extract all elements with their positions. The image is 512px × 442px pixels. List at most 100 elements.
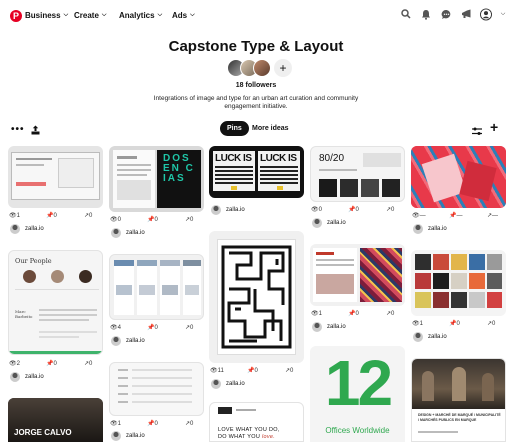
followers-count[interactable]: 18 followers <box>0 82 512 89</box>
pin-author[interactable]: zalla.io <box>10 372 44 382</box>
nav-business-label: Business <box>25 11 61 20</box>
pin-stats: 👁0 📌0 ↗0 <box>110 216 193 223</box>
saves-count: 0 <box>154 421 158 427</box>
megaphone-icon[interactable] <box>460 8 472 20</box>
author-avatar <box>111 431 121 441</box>
saves-stat: 📌0 <box>348 207 359 213</box>
add-button[interactable]: + <box>490 119 498 135</box>
our-people-text: Our People <box>15 257 52 265</box>
poster-text: DOS EN CIAS <box>157 150 201 208</box>
author-name: zalla.io <box>126 433 145 439</box>
author-avatar <box>10 224 20 234</box>
chevron-down-icon: ⌵ <box>101 12 107 18</box>
search-icon[interactable] <box>400 8 412 20</box>
author-name: zalla.io <box>226 381 245 387</box>
pin-author[interactable]: zalla.io <box>111 228 145 238</box>
pin-image[interactable]: DESIGN + MARCHÉ DE MARQUÉ / MUNICIPALITÉ… <box>411 358 506 442</box>
filter-settings-icon[interactable] <box>472 123 482 141</box>
messages-icon[interactable] <box>440 8 452 20</box>
pin-image[interactable] <box>109 254 204 320</box>
pin-image[interactable] <box>411 250 506 316</box>
board-title: Capstone Type & Layout <box>168 38 344 55</box>
saves-stat: 📌0 <box>147 421 158 427</box>
clicks-count: 0 <box>391 311 395 317</box>
saves-stat: 📌0 <box>147 325 158 331</box>
jorge-calvo-text: JORGE CALVO <box>14 428 72 437</box>
views-stat: 👁1 <box>412 321 423 327</box>
pin-author[interactable]: zalla.io <box>111 336 145 346</box>
clicks-count: 0 <box>290 368 294 374</box>
bell-icon[interactable] <box>420 8 432 20</box>
clicks-stat: ↗0 <box>386 311 395 317</box>
more-options-button[interactable]: ••• <box>11 124 25 135</box>
nav-create[interactable]: Create ⌵ <box>74 11 106 20</box>
views-stat: 👁4 <box>110 325 121 331</box>
views-stat: 👁0 <box>110 217 121 223</box>
pin-image[interactable]: 80/20 <box>310 146 405 202</box>
clicks-count: 0 <box>89 213 93 219</box>
pin-author[interactable]: zalla.io <box>211 205 245 215</box>
saves-count: 0 <box>355 311 359 317</box>
pin-image[interactable] <box>209 231 304 363</box>
clicks-count: 0 <box>492 321 496 327</box>
pinterest-logo-icon[interactable]: P <box>10 10 22 22</box>
author-avatar <box>10 372 20 382</box>
pin-author[interactable]: zalla.io <box>413 224 447 234</box>
nav-analytics[interactable]: Analytics ⌵ <box>119 11 162 20</box>
pin-author[interactable]: zalla.io <box>312 218 346 228</box>
pin-image[interactable] <box>8 146 103 208</box>
pin-image[interactable]: LOVE WHAT YOU DO, DO WHAT YOU love. <box>209 402 304 442</box>
clicks-stat: ↗0 <box>84 213 93 219</box>
saves-count: 0 <box>456 321 460 327</box>
clicks-stat: ↗0 <box>185 217 194 223</box>
chevron-down-icon: ⌵ <box>190 12 195 18</box>
love-word: love. <box>261 434 276 440</box>
pin-author[interactable]: zalla.io <box>111 431 145 441</box>
clicks-count: 0 <box>190 217 194 223</box>
pin-image[interactable]: LUCK IS LUCK IS <box>209 146 304 198</box>
views-count: 0 <box>117 217 121 223</box>
pin-image[interactable]: Our People Marc Barbeito <box>8 250 103 355</box>
clicks-stat: ↗— <box>487 213 499 219</box>
saves-stat: 📌0 <box>46 361 57 367</box>
offices-text: Offices Worldwide <box>325 426 390 435</box>
views-count: 2 <box>16 361 20 367</box>
saves-stat: 📌0 <box>449 321 460 327</box>
pin-image[interactable]: JORGE CALVO <box>8 398 103 442</box>
pin-image[interactable] <box>411 146 506 208</box>
pin-image[interactable] <box>310 244 405 306</box>
views-count: 1 <box>16 213 20 219</box>
share-icon[interactable] <box>31 122 40 140</box>
author-name: zalla.io <box>428 226 447 232</box>
views-stat: 👁1 <box>110 421 121 427</box>
nav-ads[interactable]: Ads ⌵ <box>172 11 195 20</box>
pin-author[interactable]: zalla.io <box>312 322 346 332</box>
pin-image[interactable]: DOS EN CIAS <box>109 146 204 212</box>
pin-author[interactable]: zalla.io <box>211 379 245 389</box>
pin-stats: 👁1 📌0 ↗0 <box>110 420 193 427</box>
clicks-stat: ↗0 <box>487 321 496 327</box>
pin-image[interactable]: 12 Offices Worldwide <box>310 346 405 442</box>
pin-author[interactable]: zalla.io <box>10 224 44 234</box>
views-stat: 👁— <box>412 213 426 219</box>
add-collaborator-button[interactable]: + <box>274 59 292 77</box>
pin-author[interactable]: zalla.io <box>413 332 447 342</box>
tab-more-ideas[interactable]: More ideas <box>252 125 289 132</box>
views-stat: 👁2 <box>9 361 20 367</box>
author-avatar <box>312 218 322 228</box>
nav-business[interactable]: Business ⌵ <box>25 11 68 20</box>
pin-stats: 👁0 📌0 ↗0 <box>311 206 394 213</box>
collaborator-avatar[interactable] <box>253 59 271 77</box>
account-chevron-icon[interactable]: ⌵ <box>500 8 506 20</box>
author-avatar <box>312 322 322 332</box>
author-avatar <box>211 379 221 389</box>
saves-count: 0 <box>154 217 158 223</box>
pin-image[interactable] <box>109 362 204 416</box>
profile-avatar-icon[interactable] <box>480 8 492 20</box>
pin-stats: 👁4 📌0 ↗0 <box>110 324 193 331</box>
saves-count: 0 <box>53 361 57 367</box>
tab-pins[interactable]: Pins <box>220 121 249 136</box>
author-name: zalla.io <box>25 226 44 232</box>
nav-create-label: Create <box>74 11 99 20</box>
saves-count: 0 <box>355 207 359 213</box>
